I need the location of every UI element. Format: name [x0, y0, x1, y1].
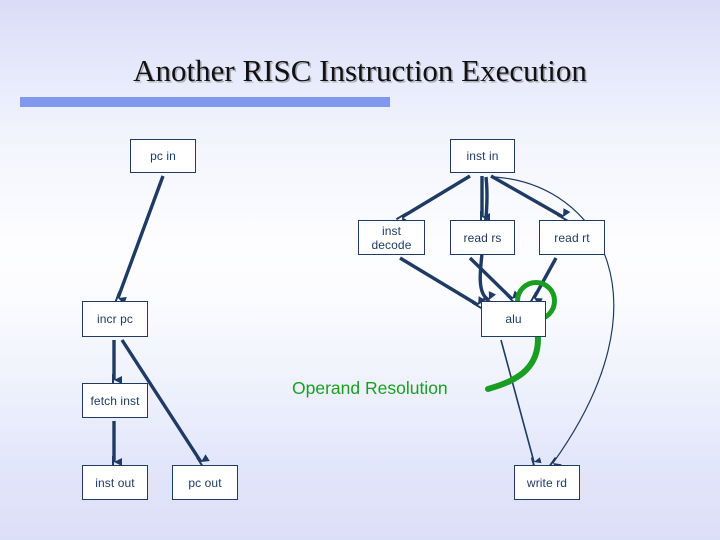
- instruction-execution-diagram: pc in inst in inst decode read rs read r…: [0, 0, 720, 540]
- operand-resolution-annotation: Operand Resolution: [292, 378, 448, 398]
- node-inst-decode-label: inst decode: [371, 223, 412, 252]
- node-alu[interactable]: alu: [481, 301, 546, 337]
- node-incr-pc[interactable]: incr pc: [82, 301, 148, 337]
- wire-instin-to-instdecode: [395, 174, 471, 226]
- node-alu-label: alu: [505, 312, 522, 326]
- node-pc-in[interactable]: pc in: [130, 139, 196, 173]
- diagram-wires: [112, 174, 615, 471]
- wire-pcin-to-incrpc: [114, 175, 165, 305]
- slide: Another RISC Instruction Execution pc in…: [0, 0, 720, 540]
- node-inst-out[interactable]: inst out: [82, 465, 148, 500]
- node-write-rd-label: write rd: [526, 475, 568, 490]
- wire-instdecode-to-alu: [399, 256, 486, 310]
- node-read-rs-label: read rs: [463, 230, 502, 245]
- node-read-rt[interactable]: read rt: [539, 220, 605, 255]
- wire-readrs-to-alu: [468, 256, 521, 305]
- node-read-rs[interactable]: read rs: [450, 220, 515, 255]
- node-inst-in-label: inst in: [466, 149, 499, 163]
- node-fetch-inst-label: fetch inst: [90, 393, 140, 408]
- node-pc-out-label: pc out: [188, 475, 222, 490]
- node-write-rd[interactable]: write rd: [514, 465, 580, 500]
- node-inst-decode[interactable]: inst decode: [358, 220, 425, 255]
- node-inst-out-label: inst out: [95, 475, 135, 490]
- wire-instin-to-readrt: [490, 174, 571, 222]
- node-pc-out[interactable]: pc out: [172, 465, 238, 500]
- node-incr-pc-label: incr pc: [96, 312, 134, 326]
- node-fetch-inst[interactable]: fetch inst: [82, 383, 148, 418]
- node-read-rt-label: read rt: [554, 230, 590, 245]
- node-pc-in-label: pc in: [150, 149, 176, 163]
- wire-alu-to-writerd: [500, 339, 542, 468]
- node-inst-in[interactable]: inst in: [450, 139, 515, 173]
